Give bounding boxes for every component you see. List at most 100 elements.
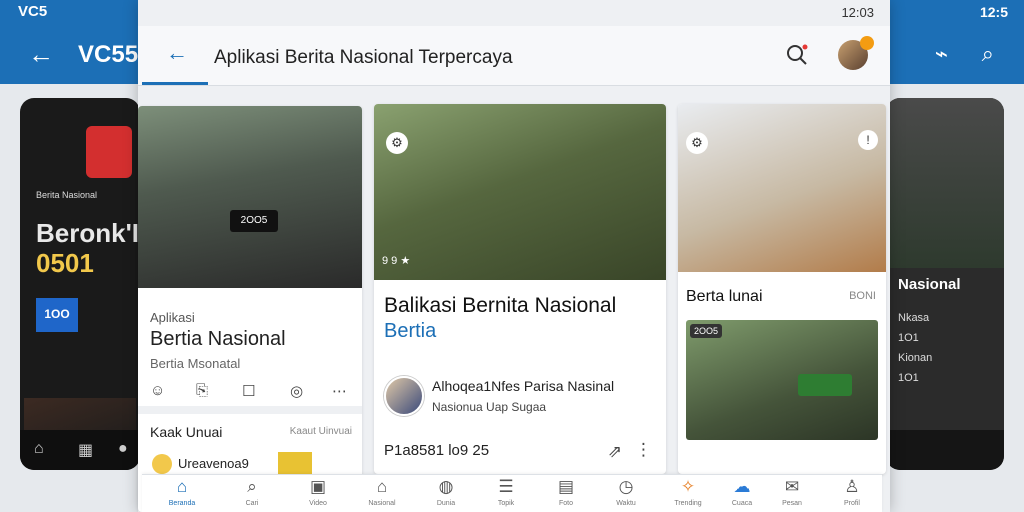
active-indicator (142, 82, 208, 85)
right-phone-line: 1O1 (898, 332, 919, 344)
profile-icon: ● (118, 440, 128, 457)
main-panel: 12:03 ← Aplikasi Berita Nasional Terperc… (138, 0, 890, 512)
secondary-image[interactable]: 2OO5 (686, 320, 878, 440)
search-icon[interactable] (784, 42, 810, 68)
right-phone-lines: Nkasa 1O1 Kionan 1O1 (898, 308, 932, 388)
notification-badge (860, 36, 874, 50)
tab-label: Topik (497, 500, 515, 507)
card-heading-right[interactable]: BONI (849, 290, 876, 302)
tab-nasional[interactable]: ⌂ Nasional (352, 475, 412, 512)
landmark-icon: ⌂ (376, 477, 388, 496)
tab-label: Profil (844, 500, 860, 507)
background-share-icon[interactable]: ⌁ (935, 41, 948, 67)
tab-topik[interactable]: ☰ Topik (476, 475, 536, 512)
author-line-1: Alhoqea1Nfes Parisa Nasinal (432, 378, 615, 394)
card-headline-sub: Bertia (384, 320, 437, 342)
user-icon: ♙ (844, 477, 860, 496)
tab-profil[interactable]: ♙ Profil (822, 475, 882, 512)
right-phone-line: Kionan (898, 352, 933, 364)
card-headline: Balikasi Bernita Nasional (384, 294, 617, 317)
card-subtitle: Bertia Msonatal (150, 356, 241, 371)
left-phone-headline: Beronk'I (36, 218, 139, 248)
card-meta: P1a8581 lo9 25 (384, 442, 490, 459)
card-title: Bertia Nasional (150, 328, 286, 350)
more-vertical-icon[interactable]: ⋮ (635, 440, 652, 460)
card-image (374, 104, 666, 280)
tab-video[interactable]: ▣ Video (288, 475, 348, 512)
tab-label: Beranda (168, 500, 196, 507)
left-phone-nav: ⌂ ▦ ● (20, 430, 140, 470)
thumbnail[interactable] (278, 452, 312, 474)
left-phone-number: 0501 (36, 248, 94, 278)
page-title: Aplikasi Berita Nasional Terpercaya (214, 47, 513, 68)
image-overlay-stats: 9 9 ★ (382, 255, 411, 267)
more-icon[interactable]: ⋯ (332, 382, 347, 400)
tab-label: Pesan (782, 500, 802, 507)
author-avatar[interactable] (384, 376, 424, 416)
image-chip: 2OO5 (690, 324, 723, 338)
news-card-right[interactable]: ⚙ ! Berta lunai BONI 2OO5 (678, 104, 886, 474)
left-phone-preview: Berita Nasional Beronk'I 0501 1OO ⌂ ▦ ● (20, 98, 140, 470)
trend-icon: ✧ (680, 477, 696, 496)
right-phone-line: Nkasa (898, 312, 930, 324)
tab-foto[interactable]: ▤ Foto (536, 475, 596, 512)
category-icon (152, 454, 172, 474)
card-image (678, 104, 886, 272)
settings-icon[interactable]: ⚙ (386, 132, 408, 154)
reaction-icon[interactable]: ☺ (150, 382, 165, 399)
tab-label: Dunia (436, 500, 456, 507)
background-app-title: VC55 (78, 41, 139, 68)
tab-beranda[interactable]: ⌂ Beranda (152, 475, 212, 512)
list-item-label[interactable]: Ureavenoa9 (178, 456, 249, 471)
home-icon: ⌂ (176, 477, 188, 496)
card-actions: ☺ ⎘ ☐ ◎ ⋯ (150, 382, 350, 406)
right-phone-line: 1O1 (898, 372, 919, 384)
video-icon: ▣ (309, 477, 327, 496)
share-icon[interactable]: ⇗ (608, 442, 622, 462)
grid-icon: ▦ (78, 442, 94, 459)
thumbnail-strip (278, 452, 358, 501)
chat-icon[interactable]: ◎ (290, 382, 303, 400)
tab-cari[interactable]: ⌕ Cari (222, 475, 282, 512)
search-icon: ⌕ (247, 477, 257, 496)
bookmark-icon[interactable]: ⎘ (196, 382, 208, 399)
tab-trending[interactable]: ✧ Trending (658, 475, 718, 512)
left-phone-tag: 1OO (36, 298, 78, 332)
tab-label: Cari (245, 500, 259, 507)
news-card-middle[interactable]: ⚙ 9 9 ★ Balikasi Bernita Nasional Bertia… (374, 104, 666, 474)
home-icon: ⌂ (34, 440, 44, 457)
phone-screen-overlay: 2OO5 (230, 210, 278, 232)
section-link[interactable]: Kaaut Uinvuai (290, 426, 352, 437)
back-arrow-icon[interactable]: ← (166, 40, 188, 66)
photo-icon: ▤ (557, 477, 575, 496)
top-app-bar: ← Aplikasi Berita Nasional Terpercaya (138, 26, 890, 86)
tab-label: Foto (558, 500, 573, 507)
background-status-left: VC5 (18, 3, 48, 20)
message-icon: ✉ (784, 477, 800, 496)
background-back-icon[interactable]: ← (28, 39, 54, 70)
tab-dunia[interactable]: ◍ Dunia (416, 475, 476, 512)
news-card-left[interactable]: 2OO5 Aplikasi Bertia Nasional Bertia Mso… (138, 106, 362, 512)
background-status-right: 12:5 (979, 4, 1008, 20)
card-image (138, 106, 362, 288)
tab-pesan[interactable]: ✉ Pesan (762, 475, 822, 512)
tab-waktu[interactable]: ◷ Waktu (596, 475, 656, 512)
info-icon[interactable]: ! (858, 130, 878, 150)
status-bar: 12:03 (138, 0, 890, 26)
right-phone-image (886, 98, 1004, 268)
divider (138, 406, 362, 414)
tab-label: Trending (674, 500, 702, 507)
right-phone-nav (886, 430, 1004, 470)
card-kicker: Aplikasi (150, 310, 195, 325)
tab-label: Video (309, 500, 327, 507)
background-search-icon[interactable]: ⌕ (982, 41, 994, 67)
tablet-screen (798, 374, 852, 396)
list-icon: ☰ (498, 477, 514, 496)
tab-label: Nasional (368, 500, 396, 507)
right-phone-preview: Nasional Nkasa 1O1 Kionan 1O1 (886, 98, 1004, 470)
tab-label: Waktu (616, 500, 636, 507)
comment-icon[interactable]: ☐ (242, 382, 255, 400)
bottom-tab-bar: ⌂ Beranda ⌕ Cari ▣ Video ⌂ Nasional ◍ Du… (142, 474, 882, 512)
settings-icon[interactable]: ⚙ (686, 132, 708, 154)
left-phone-brand: Berita Nasional (36, 190, 98, 200)
